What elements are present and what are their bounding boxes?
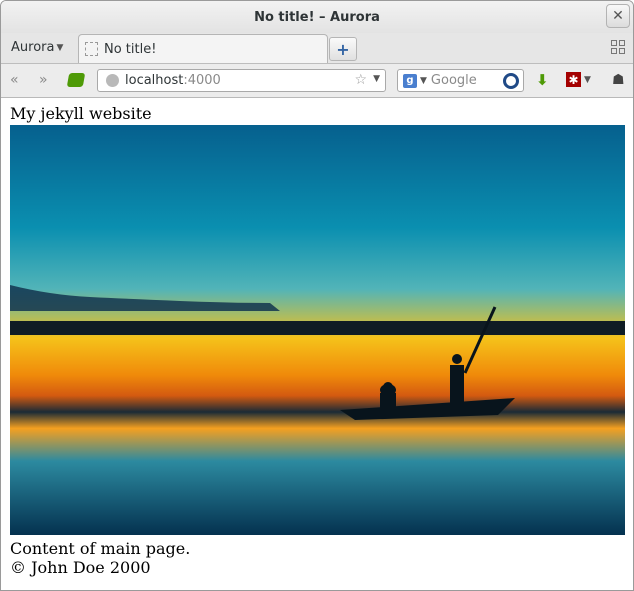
url-port: :4000 [183, 73, 221, 88]
forward-icon[interactable]: » [39, 72, 48, 88]
addon-red-icon[interactable]: ✱ [566, 72, 581, 87]
close-icon: ✕ [612, 8, 624, 24]
download-icon[interactable]: ⬇ [536, 71, 549, 89]
close-button[interactable]: ✕ [606, 4, 630, 28]
search-icon[interactable] [503, 72, 519, 89]
title-bar: No title! – Aurora ✕ [1, 1, 633, 33]
main-content-text: Content of main page. [10, 539, 191, 558]
search-placeholder: Google [430, 73, 477, 88]
url-host: localhost [125, 73, 184, 88]
url-bar[interactable]: localhost :4000 ☆ ▼ [97, 69, 386, 92]
search-bar[interactable]: g ▼ Google [397, 69, 524, 92]
app-menu-label: Aurora [11, 40, 55, 55]
navigation-toolbar: « » localhost :4000 ☆ ▼ g ▼ Google ⬇ ✱ ▼… [1, 64, 633, 98]
chevron-down-icon[interactable]: ▼ [373, 74, 380, 84]
globe-icon [106, 74, 119, 87]
site-title[interactable]: My jekyll website [10, 104, 152, 123]
page-icon [85, 42, 98, 56]
hero-image [10, 125, 625, 535]
new-tab-button[interactable]: + [329, 37, 357, 61]
back-icon[interactable]: « [10, 72, 19, 88]
google-icon[interactable]: g [403, 73, 417, 88]
android-icon[interactable]: ☗ [612, 72, 625, 88]
addon-icon[interactable] [66, 73, 86, 87]
browser-window: No title! – Aurora ✕ Aurora ▼ No title! … [0, 0, 634, 591]
window-title: No title! – Aurora [254, 9, 380, 25]
footer-text: © John Doe 2000 [10, 558, 151, 577]
tab-strip: Aurora ▼ No title! + [1, 33, 633, 64]
tab-active[interactable]: No title! [78, 34, 328, 63]
chevron-down-icon: ▼ [56, 42, 64, 53]
bookmark-star-icon[interactable]: ☆ [354, 72, 367, 88]
chevron-down-icon[interactable]: ▼ [420, 76, 427, 86]
app-menu-button[interactable]: Aurora ▼ [11, 40, 63, 55]
tab-groups-icon[interactable] [611, 40, 625, 54]
chevron-down-icon[interactable]: ▼ [584, 75, 591, 85]
tab-label: No title! [104, 41, 157, 57]
page-content: My jekyll website Content of main page. … [1, 98, 633, 590]
plus-icon: + [336, 39, 350, 59]
